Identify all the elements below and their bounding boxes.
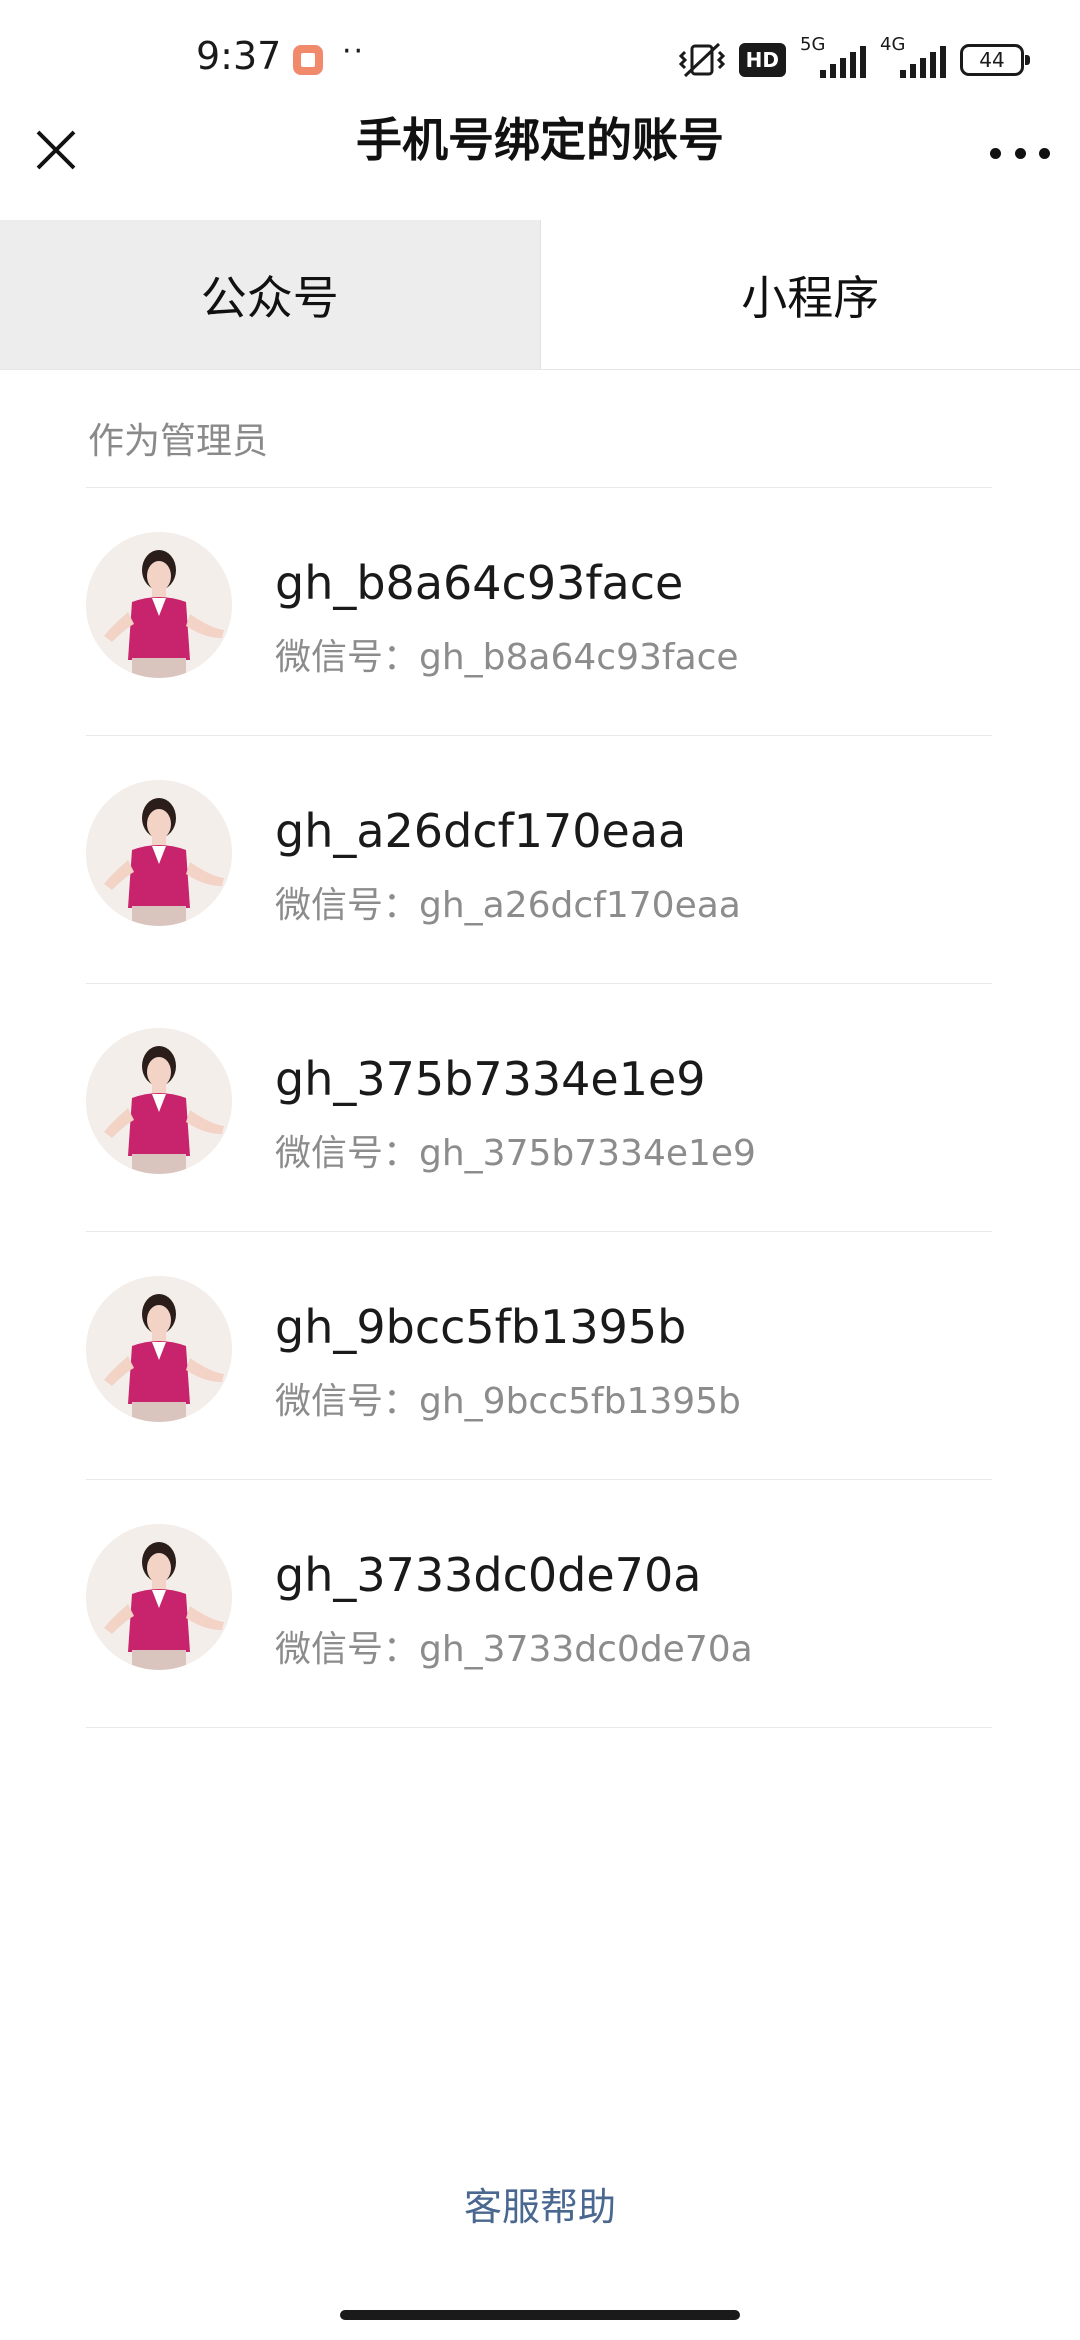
more-options-button[interactable] xyxy=(990,146,1050,160)
status-bar: 9:37 ·· HD 5G 4G 44 xyxy=(0,0,1080,96)
account-type-tabs: 公众号 小程序 xyxy=(0,220,1080,370)
page-title: 手机号绑定的账号 xyxy=(356,113,724,167)
signal-4g-icon: 4G xyxy=(880,34,946,82)
account-list: gh_b8a64c93face 微信号：gh_b8a64c93face gh_a26… xyxy=(0,487,1080,1728)
tab-mini-programs[interactable]: 小程序 xyxy=(541,220,1080,369)
account-wechat-id: 微信号：gh_9bcc5fb1395b xyxy=(275,1381,741,1422)
customer-service-help-link[interactable]: 客服帮助 xyxy=(0,2176,1080,2231)
status-indicators: HD 5G 4G 44 xyxy=(678,34,1030,82)
avatar xyxy=(86,1028,232,1174)
avatar-image xyxy=(86,1524,232,1670)
avatar xyxy=(86,780,232,926)
account-wechat-id: 微信号：gh_b8a64c93face xyxy=(275,637,739,678)
vibrate-off-icon xyxy=(678,42,725,78)
title-bar: 手机号绑定的账号 xyxy=(0,96,1080,216)
battery-icon: 44 xyxy=(960,44,1030,76)
status-more-dots: ·· xyxy=(342,34,366,69)
account-name: gh_b8a64c93face xyxy=(275,556,684,610)
account-list-item[interactable]: gh_3733dc0de70a 微信号：gh_3733dc0de70a xyxy=(0,1480,1080,1727)
account-list-item[interactable]: gh_a26dcf170eaa 微信号：gh_a26dcf170eaa xyxy=(0,736,1080,983)
home-indicator[interactable] xyxy=(340,2310,740,2320)
avatar xyxy=(86,532,232,678)
account-wechat-id: 微信号：gh_375b7334e1e9 xyxy=(275,1133,756,1174)
signal-5g-icon: 5G xyxy=(800,34,866,82)
avatar-image xyxy=(86,1276,232,1422)
account-list-item[interactable]: gh_375b7334e1e9 微信号：gh_375b7334e1e9 xyxy=(0,984,1080,1231)
hd-voice-badge: HD xyxy=(738,43,786,77)
avatar-image xyxy=(86,532,232,678)
account-name: gh_a26dcf170eaa xyxy=(275,804,687,858)
status-time: 9:37 xyxy=(196,34,282,78)
account-list-item[interactable]: gh_9bcc5fb1395b 微信号：gh_9bcc5fb1395b xyxy=(0,1232,1080,1479)
avatar-image xyxy=(86,780,232,926)
account-name: gh_9bcc5fb1395b xyxy=(275,1300,687,1354)
section-title-admin: 作为管理员 xyxy=(88,421,269,462)
account-wechat-id: 微信号：gh_a26dcf170eaa xyxy=(275,885,741,926)
account-wechat-id: 微信号：gh_3733dc0de70a xyxy=(275,1629,753,1670)
avatar xyxy=(86,1276,232,1422)
account-name: gh_375b7334e1e9 xyxy=(275,1052,706,1106)
notification-app-icon xyxy=(293,45,323,75)
tab-official-accounts[interactable]: 公众号 xyxy=(0,220,541,369)
account-name: gh_3733dc0de70a xyxy=(275,1548,702,1602)
list-divider xyxy=(86,1727,992,1728)
avatar xyxy=(86,1524,232,1670)
avatar-image xyxy=(86,1028,232,1174)
more-dots-icon xyxy=(990,147,1001,159)
account-list-item[interactable]: gh_b8a64c93face 微信号：gh_b8a64c93face xyxy=(0,488,1080,735)
battery-level: 44 xyxy=(979,48,1005,72)
